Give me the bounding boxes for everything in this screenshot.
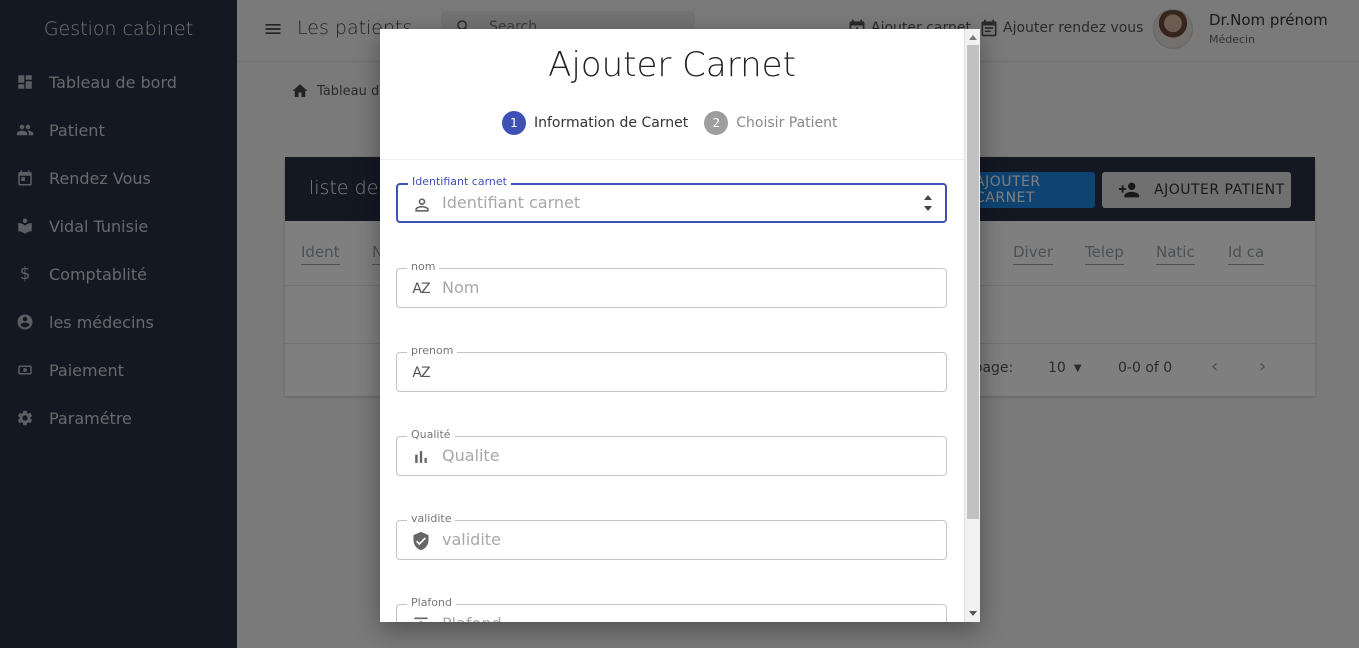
prenom-input[interactable] <box>442 362 902 381</box>
sort-az-icon: AZ <box>412 365 430 381</box>
bar-chart-icon <box>411 447 431 467</box>
field-label: Plafond <box>407 596 456 610</box>
dialog-scrollbar[interactable] <box>964 29 980 622</box>
field-label: validite <box>407 512 456 526</box>
qualite-input[interactable] <box>442 446 902 465</box>
qualite-field: Qualité <box>396 428 947 476</box>
validite-input[interactable] <box>442 530 902 549</box>
field-label: nom <box>407 260 440 274</box>
identifiant-carnet-field: Identifiant carnet <box>396 175 947 223</box>
plafond-field: Plafond <box>396 596 947 622</box>
verified-shield-icon <box>411 531 431 551</box>
field-label: prenom <box>407 344 458 358</box>
step-label: Information de Carnet <box>534 115 689 131</box>
number-stepper[interactable] <box>923 193 933 213</box>
person-icon <box>412 195 432 215</box>
divider <box>380 159 964 160</box>
stepper: 1 Information de Carnet 2 Choisir Patien… <box>502 111 854 135</box>
nom-input[interactable] <box>442 278 902 297</box>
field-label: Qualité <box>407 428 455 442</box>
step-number: 2 <box>704 111 729 135</box>
step-number: 1 <box>502 111 526 135</box>
identifiant-carnet-input[interactable] <box>442 193 902 212</box>
field-label: Identifiant carnet <box>408 175 511 189</box>
nom-field: nom AZ <box>396 260 947 308</box>
step-label: Choisir Patient <box>736 115 838 131</box>
dialog-title: Ajouter Carnet <box>548 45 796 85</box>
step-information[interactable]: 1 Information de Carnet <box>502 111 688 135</box>
scroll-up-icon[interactable] <box>969 35 977 40</box>
scroll-thumb[interactable] <box>967 45 979 519</box>
add-carnet-dialog: Ajouter Carnet 1 Information de Carnet 2… <box>380 29 980 622</box>
step-choisir-patient[interactable]: 2 Choisir Patient <box>704 111 838 135</box>
scroll-down-icon[interactable] <box>969 611 977 616</box>
sort-az-icon: AZ <box>412 281 430 297</box>
validite-field: validite <box>396 512 947 560</box>
plafond-input[interactable] <box>442 614 902 622</box>
vertical-align-icon <box>411 615 431 622</box>
prenom-field: prenom AZ <box>396 344 947 392</box>
